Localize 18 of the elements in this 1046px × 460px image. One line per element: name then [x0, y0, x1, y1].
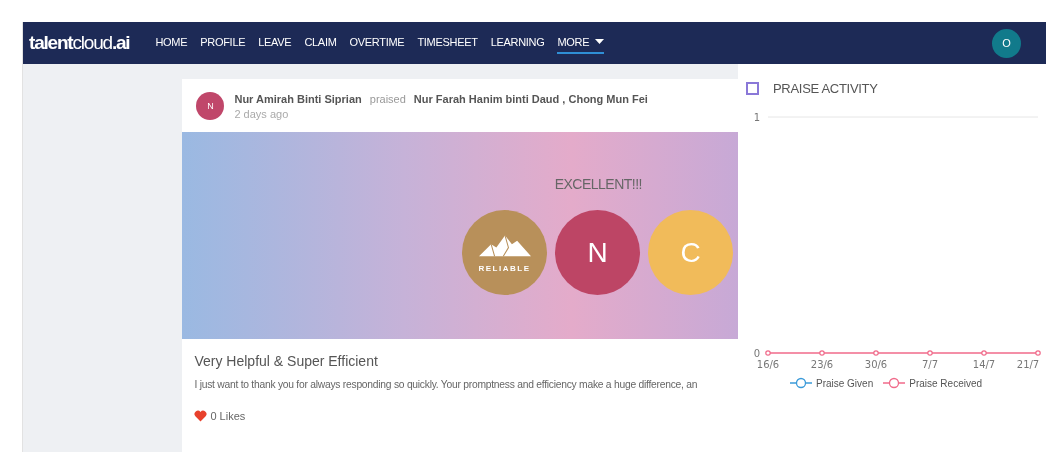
- y-tick-label: 1: [753, 112, 760, 123]
- x-tick-label: 30/6: [864, 359, 888, 370]
- recipient-avatar: C: [648, 210, 733, 295]
- x-tick-label: 14/7: [972, 359, 996, 370]
- banner-heading: EXCELLENT!!!: [554, 176, 642, 192]
- x-tick-label: 23/6: [810, 359, 834, 370]
- reliable-badge: RELIABLE: [462, 210, 547, 295]
- x-tick-label: 16/6: [756, 359, 780, 370]
- panel-title: PRAISE ACTIVITY: [773, 81, 878, 96]
- post-time: 2 days ago: [234, 107, 290, 120]
- x-tick-label: 21/7: [1016, 359, 1040, 370]
- recipient-avatar: N: [555, 210, 640, 295]
- x-tick-label: 7/7: [921, 359, 939, 370]
- praise-message: I just want to thank you for always responding so quickly. Your promptness and efficiency make a huge difference, an: [193, 378, 699, 390]
- author-avatar: N: [196, 92, 225, 120]
- y-tick-label: 0: [753, 348, 760, 359]
- praise-title: Very Helpful & Super Efficient: [193, 352, 379, 369]
- praised-label: praised: [369, 92, 406, 105]
